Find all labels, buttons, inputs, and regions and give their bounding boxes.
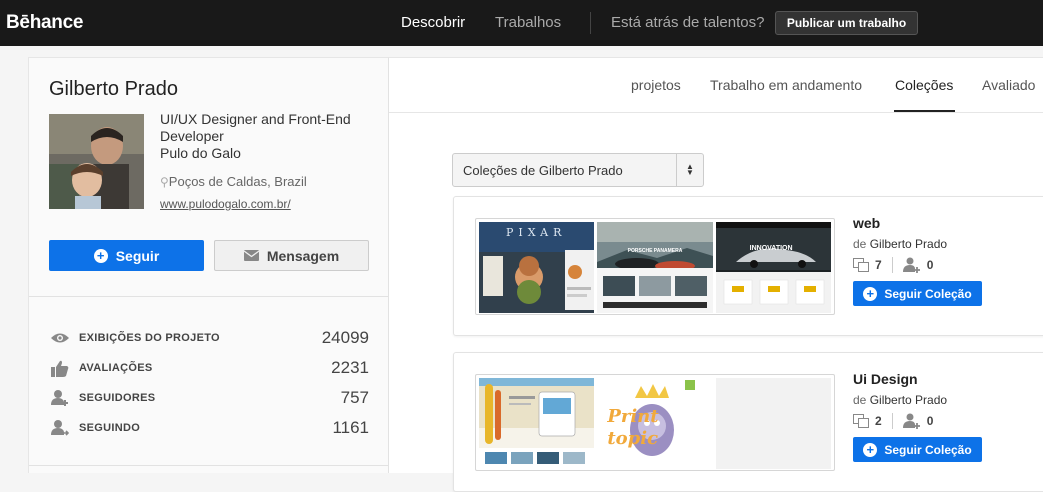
collection-thumbnail-empty xyxy=(715,378,831,469)
stat-label: SEGUIDORES xyxy=(79,392,156,404)
collection-follower-count: 0 xyxy=(926,414,934,428)
collection-thumbnail[interactable]: PIXAR xyxy=(479,222,595,313)
stat-label: EXIBIÇÕES DO PROJETO xyxy=(79,332,220,344)
tab-projects[interactable]: projetos xyxy=(631,77,681,93)
profile-title: UI/UX Designer and Front-End Developer xyxy=(160,111,351,144)
projects-icon xyxy=(853,258,869,272)
print-topic-thumb-text: Print topic xyxy=(607,406,659,449)
nav-divider xyxy=(590,12,591,34)
collection-follower-count: 0 xyxy=(926,258,934,272)
collection-thumbnail[interactable]: INNOVATION xyxy=(715,222,831,313)
plus-circle-icon: + xyxy=(93,248,108,263)
stat-appreciations: AVALIAÇÕES 2231 xyxy=(49,353,369,383)
followers-icon xyxy=(902,413,920,429)
main-content: projetos Trabalho em andamento Coleções … xyxy=(389,57,1043,492)
eye-icon xyxy=(49,329,71,347)
collection-thumbnails[interactable]: PIXAR PORSCHE PANAMERA INNOVATION xyxy=(475,218,835,315)
thumbs-up-icon xyxy=(49,359,71,377)
message-button-label: Mensagem xyxy=(266,247,340,264)
projects-icon xyxy=(853,414,869,428)
profile-divider xyxy=(29,296,389,297)
behance-logo[interactable]: Bēhance xyxy=(6,12,83,34)
profile-location-text: Poços de Caldas, Brazil xyxy=(168,174,307,189)
collection-author: de Gilberto Prado xyxy=(853,393,947,407)
profile-name: Gilberto Prado xyxy=(49,78,178,100)
collection-author-prefix: de xyxy=(853,237,867,251)
collection-author-link[interactable]: Gilberto Prado xyxy=(870,393,947,407)
nav-discover-link[interactable]: Descobrir xyxy=(401,14,465,31)
profile-headline: UI/UX Designer and Front-End Developer P… xyxy=(160,111,375,162)
collection-thumbnail[interactable] xyxy=(479,378,595,469)
collection-thumbnail[interactable]: Print topic xyxy=(597,378,713,469)
profile-location[interactable]: ⚲Poços de Caldas, Brazil xyxy=(160,174,307,189)
select-arrows-icon: ▲ ▼ xyxy=(676,154,703,186)
profile-stats: EXIBIÇÕES DO PROJETO 24099 AVALIAÇÕES 22… xyxy=(49,323,369,443)
stat-project-views: EXIBIÇÕES DO PROJETO 24099 xyxy=(49,323,369,353)
collection-thumbnails[interactable]: Print topic xyxy=(475,374,835,471)
follow-collection-label: Seguir Coleção xyxy=(884,442,972,457)
pixar-thumb-text: PIXAR xyxy=(506,226,567,239)
avatar-photo-icon xyxy=(49,114,144,209)
publish-work-button[interactable]: Publicar um trabalho xyxy=(775,11,918,35)
collection-thumbnail[interactable]: PORSCHE PANAMERA xyxy=(597,222,713,313)
collection-card: PIXAR PORSCHE PANAMERA INNOVATION web de… xyxy=(453,196,1043,336)
collection-select[interactable]: Coleções de Gilberto Prado ▲ ▼ xyxy=(452,153,704,187)
collection-select-value: Coleções de Gilberto Prado xyxy=(463,163,623,178)
envelope-icon xyxy=(243,250,259,261)
location-pin-icon: ⚲ xyxy=(160,175,169,189)
collection-title[interactable]: Ui Design xyxy=(853,371,918,387)
collection-title[interactable]: web xyxy=(853,215,880,231)
stat-followers: SEGUIDORES 757 xyxy=(49,383,369,413)
followers-icon xyxy=(49,389,71,407)
follow-collection-button[interactable]: + Seguir Coleção xyxy=(853,437,982,462)
follow-button[interactable]: + Seguir xyxy=(49,240,204,271)
stat-following: SEGUINDO 1161 xyxy=(49,413,369,443)
stat-value: 24099 xyxy=(321,328,369,347)
plus-circle-icon: + xyxy=(863,286,878,301)
follow-collection-button[interactable]: + Seguir Coleção xyxy=(853,281,982,306)
stat-value: 1161 xyxy=(332,418,369,437)
profile-company[interactable]: Pulo do Galo xyxy=(160,145,375,162)
message-button[interactable]: Mensagem xyxy=(214,240,369,271)
stat-value: 757 xyxy=(340,388,369,407)
collection-stats: 7 0 xyxy=(853,257,933,273)
profile-website-link[interactable]: www.pulodogalo.com.br/ xyxy=(160,197,291,211)
follow-button-label: Seguir xyxy=(115,247,160,264)
collection-stats: 2 0 xyxy=(853,413,933,429)
profile-panel: Gilberto Prado UI/UX Designer and Front-… xyxy=(28,57,389,473)
tab-work-in-progress[interactable]: Trabalho em andamento xyxy=(710,77,862,93)
collection-card: Print topic Ui Design de Gilberto Prado … xyxy=(453,352,1043,492)
profile-divider xyxy=(29,465,389,466)
followers-icon xyxy=(902,257,920,273)
nav-talent-link[interactable]: Está atrás de talentos? xyxy=(611,14,764,31)
following-icon xyxy=(49,419,71,437)
nav-jobs-link[interactable]: Trabalhos xyxy=(495,14,561,31)
collection-project-count: 2 xyxy=(875,414,882,428)
stat-label: AVALIAÇÕES xyxy=(79,362,153,374)
stat-label: SEGUINDO xyxy=(79,422,141,434)
tab-appreciated[interactable]: Avaliado xyxy=(982,77,1035,93)
stat-value: 2231 xyxy=(331,358,369,377)
follow-collection-label: Seguir Coleção xyxy=(884,286,972,301)
tab-collections[interactable]: Coleções xyxy=(895,77,953,93)
active-tab-indicator xyxy=(894,110,955,112)
collection-project-count: 7 xyxy=(875,258,882,272)
stats-divider xyxy=(891,413,893,429)
collection-author: de Gilberto Prado xyxy=(853,237,947,251)
avatar[interactable] xyxy=(49,114,144,209)
collection-author-prefix: de xyxy=(853,393,867,407)
collection-author-link[interactable]: Gilberto Prado xyxy=(870,237,947,251)
top-navigation-bar: Bēhance Descobrir Trabalhos Está atrás d… xyxy=(0,0,1043,46)
plus-circle-icon: + xyxy=(863,442,878,457)
stats-divider xyxy=(891,257,893,273)
profile-tabs: projetos Trabalho em andamento Coleções … xyxy=(389,58,1043,113)
innovation-thumb-text: INNOVATION xyxy=(749,245,793,252)
svg-text:PORSCHE PANAMERA: PORSCHE PANAMERA xyxy=(628,248,683,254)
